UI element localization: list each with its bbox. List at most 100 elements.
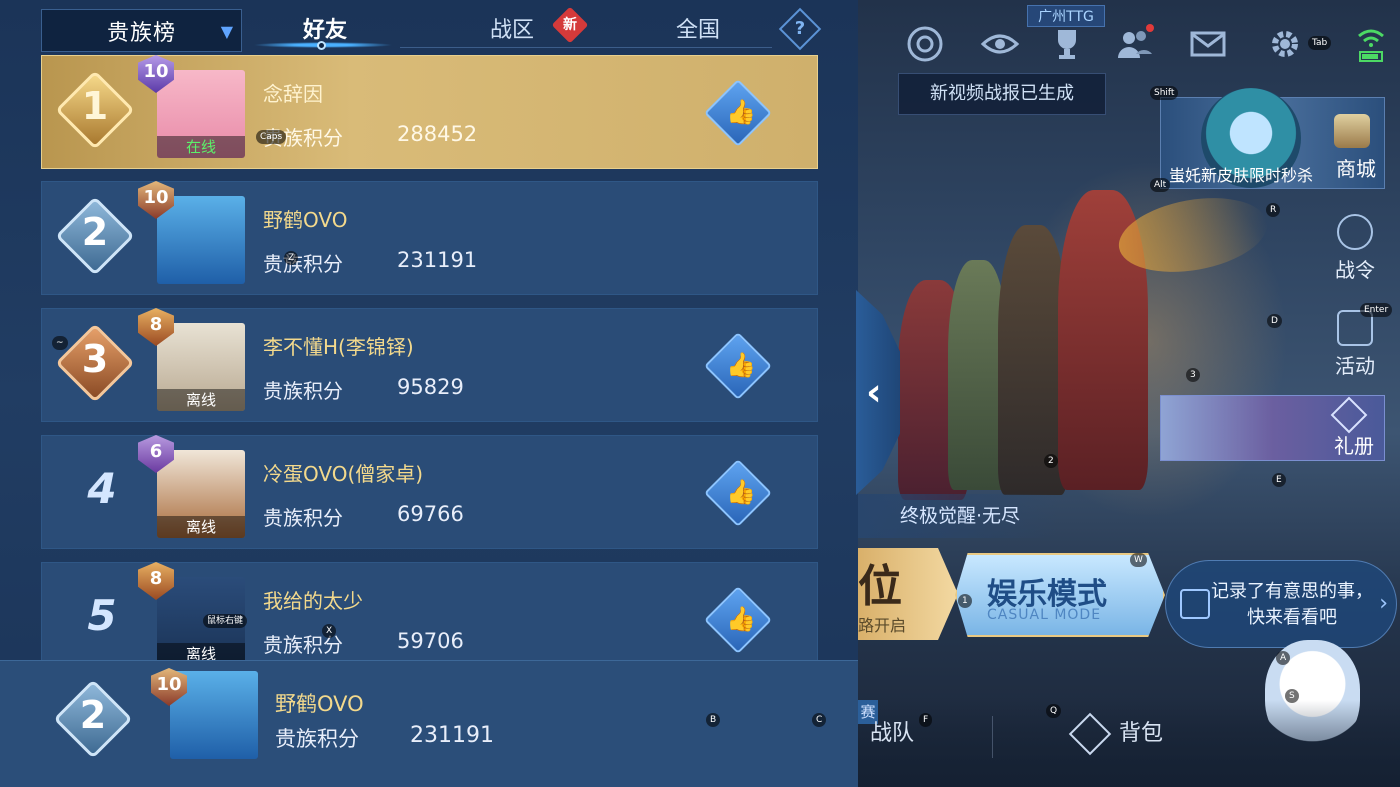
gift-icon [1330,396,1368,434]
ranked-mode-subtitle: 路开启 [858,616,907,635]
ranking-header: 贵族榜 ▼ 好友 战区 新 全国 ? [0,0,858,55]
tab-national[interactable]: 全国 [658,12,738,44]
key-hint: 鼠标右键 [203,614,248,628]
my-ranking-row[interactable]: 2 10 野鹤OVO 贵族积分 231191 [0,660,858,787]
rank-2-badge: 2 [53,679,135,761]
rank-number: 1 [81,84,109,128]
score-value: 95829 [397,375,464,399]
vip-level-badge: 10 [134,179,178,223]
key-hint: 3 [1186,368,1200,382]
like-button[interactable]: 👍 [704,79,772,147]
key-hint: Enter [1360,303,1393,317]
event-banner[interactable]: 终极觉醒·无尽 [858,494,1058,538]
battlepass-icon [1337,214,1373,250]
mail-icon[interactable] [1186,22,1230,66]
rank-number: 2 [81,210,109,254]
rank-3-badge: 3 [55,323,137,405]
player-name: 我给的太少 [263,589,363,613]
team-button[interactable]: 战队 [870,715,914,747]
ranking-row[interactable]: 1 在线 10 念辞因 贵族积分 288452 👍 [41,55,818,169]
score-value: 59706 [397,629,464,653]
activity-button[interactable]: 活动 [1325,310,1385,379]
key-hint: Q [1046,704,1062,718]
game-screen: 广州TTG 新视频战报已生成 商城 蚩奼新皮肤限时秒杀 战令 活动 礼册 终极觉… [0,0,1400,787]
bag-button[interactable]: 背包 [1068,712,1164,756]
header-divider [400,47,772,48]
video-report-toast[interactable]: 新视频战报已生成 [898,73,1106,115]
ranking-row[interactable]: 4 离线 6 冷蛋OVO(僧家卓) 贵族积分 69766 👍 [41,435,818,549]
score-value: 231191 [397,248,478,272]
vip-level: 8 [149,568,163,589]
player-name: 冷蛋OVO(僧家卓) [263,462,424,486]
score-label: 贵族积分 [263,379,343,403]
score-label: 贵族积分 [275,727,359,751]
like-button[interactable]: 👍 [704,459,772,527]
friends-icon[interactable] [1112,22,1156,66]
help-question-icon: ? [794,18,806,39]
key-hint: Caps [256,130,287,144]
key-hint: F [919,713,933,727]
tab-war-zone[interactable]: 战区 [472,12,552,44]
vip-level: 10 [143,187,169,208]
thumbs-up-icon: 👍 [726,98,756,126]
bottom-divider [992,716,993,758]
vip-level-badge: 10 [147,666,191,710]
ranking-row[interactable]: 3 离线 8 李不懂H(李锦铎) 贵族积分 95829 👍 [41,308,818,422]
tab-indicator-knob [317,41,326,50]
player-name: 念辞因 [263,82,323,106]
radar-icon[interactable] [903,22,947,66]
like-button[interactable]: 👍 [704,332,772,400]
new-badge: 新 [551,6,589,44]
chevron-left-icon: ‹ [866,370,882,414]
key-hint: W [1130,553,1147,567]
shop-caption: 蚩奼新皮肤限时秒杀 [1169,166,1314,185]
gift-book-banner[interactable]: 礼册 [1160,395,1385,461]
vip-level-badge: 8 [134,306,178,350]
bag-label: 背包 [1119,721,1164,746]
ranking-row[interactable]: 5 离线 8 我给的太少 贵族积分 59706 👍 [41,562,818,676]
activity-label: 活动 [1335,354,1375,378]
ranking-row[interactable]: 2 10 野鹤OVO 贵族积分 231191 [41,181,818,295]
vip-level: 10 [156,674,182,695]
rank-2-badge: 2 [55,196,137,278]
record-bubble[interactable]: 记录了有意思的事，快来看看吧 › [1165,560,1397,648]
vip-level: 8 [149,314,163,335]
player-name: 李不懂H(李锦铎) [263,335,414,359]
ranked-mode-title: 位 [858,561,902,612]
active-tab-indicator [253,41,393,50]
replay-eye-icon[interactable] [978,22,1022,66]
trophy-icon[interactable] [1045,22,1089,66]
vip-level: 10 [143,61,169,82]
help-button[interactable]: ? [778,7,822,51]
rank-number: 5 [87,591,117,640]
wifi-battery-icon [1358,29,1384,62]
score-value: 288452 [397,122,478,146]
rank-number: 2 [79,693,107,737]
record-book-icon [1180,589,1210,619]
shop-banner[interactable]: 商城 蚩奼新皮肤限时秒杀 [1160,88,1385,189]
thumbs-up-icon: 👍 [726,605,756,633]
offline-status: 离线 [157,389,245,411]
thumbs-up-icon: 👍 [726,478,756,506]
like-button[interactable]: 👍 [704,586,772,654]
new-badge-text: 新 [563,17,577,33]
score-value: 231191 [410,723,494,748]
online-status: 在线 [157,136,245,158]
offline-status: 离线 [157,516,245,538]
vip-level-badge: 8 [134,560,178,604]
score-label: 贵族积分 [263,252,343,276]
vip-level-badge: 10 [134,53,178,97]
settings-gear-icon[interactable] [1263,22,1307,66]
shop-icon [1334,114,1370,148]
key-hint: Shift [1150,86,1179,100]
ranking-type-dropdown[interactable]: 贵族榜 ▼ [41,9,242,52]
battlepass-button[interactable]: 战令 [1325,214,1385,283]
player-name: 野鹤OVO [263,208,348,232]
player-name: 野鹤OVO [275,692,364,716]
chevron-right-icon: › [1379,591,1388,616]
chevron-down-icon: ▼ [220,22,233,41]
ranked-mode-button[interactable]: 位 路开启 [858,548,958,640]
bag-icon [1068,712,1112,756]
key-hint: Tab [1308,36,1332,50]
tab-friends[interactable]: 好友 [285,12,365,44]
